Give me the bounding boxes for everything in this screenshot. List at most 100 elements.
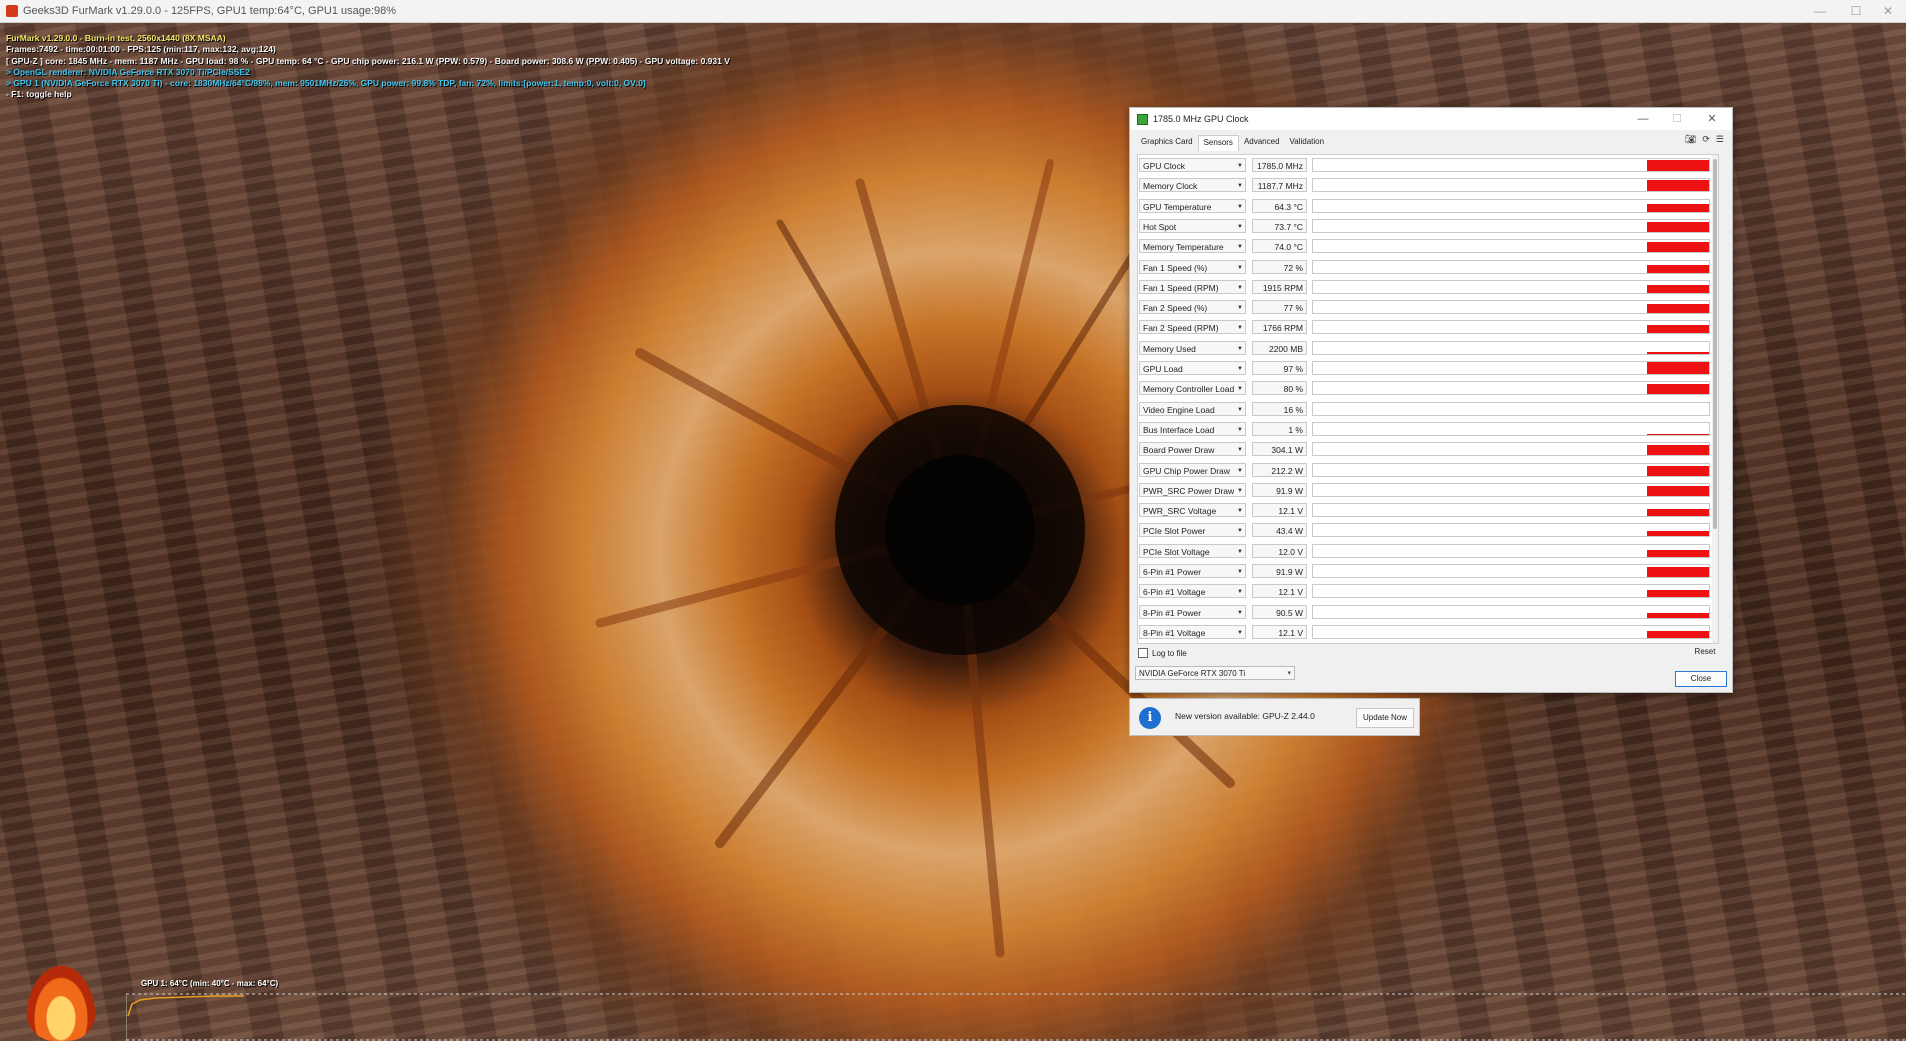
sensor-value: 12.0 V	[1252, 543, 1307, 558]
sensor-graph-fill	[1647, 384, 1709, 395]
menu-icon[interactable]: ☰	[1716, 134, 1724, 145]
sensor-name-dropdown[interactable]: Memory Temperature ▼	[1139, 239, 1246, 254]
sensor-value: 1 %	[1252, 421, 1307, 436]
sensor-name: 6-Pin #1 Power	[1143, 567, 1202, 577]
sensor-name-dropdown[interactable]: Video Engine Load ▼	[1139, 401, 1246, 416]
sensor-row: GPU Clock ▼ 1785.0 MHz	[1138, 157, 1718, 174]
sensor-name-dropdown[interactable]: PCIe Slot Voltage ▼	[1139, 543, 1246, 558]
chevron-down-icon: ▼	[1237, 223, 1243, 230]
sensor-name-dropdown[interactable]: PWR_SRC Power Draw ▼	[1139, 482, 1246, 497]
chevron-down-icon: ▼	[1237, 589, 1243, 596]
sensor-graph-fill	[1647, 351, 1709, 354]
tab-graphics-card[interactable]: Graphics Card	[1136, 135, 1198, 151]
close-window-button[interactable]: ✕	[1870, 0, 1906, 22]
sensor-name-dropdown[interactable]: Board Power Draw ▼	[1139, 442, 1246, 457]
sensor-graph	[1312, 320, 1710, 335]
gpuz-close-window-button[interactable]: ✕	[1695, 108, 1729, 130]
sensor-value: 212.2 W	[1252, 462, 1307, 477]
sensor-name-dropdown[interactable]: 8-Pin #1 Voltage ▼	[1139, 624, 1246, 639]
sensor-name-dropdown[interactable]: 6-Pin #1 Voltage ▼	[1139, 584, 1246, 599]
chevron-down-icon: ▼	[1237, 629, 1243, 636]
chevron-down-icon: ▼	[1237, 426, 1243, 433]
sensor-name-dropdown[interactable]: Fan 1 Speed (RPM) ▼	[1139, 279, 1246, 294]
tab-sensors[interactable]: Sensors	[1197, 135, 1239, 151]
sensor-row: Fan 1 Speed (%) ▼ 72 %	[1138, 259, 1718, 276]
sensor-name-dropdown[interactable]: Memory Controller Load ▼	[1139, 381, 1246, 396]
sensor-name: GPU Temperature	[1143, 201, 1212, 212]
log-to-file-checkbox[interactable]	[1138, 648, 1148, 658]
sensor-name: Memory Clock	[1143, 181, 1198, 192]
chevron-down-icon: ▼	[1237, 244, 1243, 251]
sensor-name: 8-Pin #1 Power	[1143, 607, 1202, 618]
sensor-name-dropdown[interactable]: GPU Clock ▼	[1139, 158, 1246, 172]
sensor-name-dropdown[interactable]: Fan 2 Speed (%) ▼	[1139, 300, 1246, 315]
sensor-name: Bus Interface Load	[1143, 424, 1215, 435]
furmark-window-title: Geeks3D FurMark v1.29.0.0 - 125FPS, GPU1…	[23, 5, 397, 17]
sensor-name: Board Power Draw	[1143, 445, 1215, 456]
sensor-name-dropdown[interactable]: Hot Spot ▼	[1139, 218, 1246, 233]
close-button[interactable]: Close	[1675, 671, 1727, 687]
sensor-name-dropdown[interactable]: GPU Load ▼	[1139, 361, 1246, 375]
sensor-name: PCIe Slot Voltage	[1143, 546, 1210, 557]
sensor-row: PCIe Slot Voltage ▼ 12.0 V	[1138, 543, 1718, 560]
sensor-row: GPU Load ▼ 97 %	[1138, 360, 1718, 377]
sensor-value: 1766 RPM	[1252, 320, 1307, 335]
log-to-file[interactable]: Log to file	[1138, 648, 1187, 658]
sensor-graph	[1312, 503, 1710, 518]
sensor-graph	[1312, 198, 1710, 213]
chevron-down-icon: ▼	[1237, 325, 1243, 332]
sensor-graph-fill	[1647, 362, 1709, 374]
camera-icon[interactable]: 📷︎	[1685, 134, 1696, 145]
sensor-name-dropdown[interactable]: Fan 1 Speed (%) ▼	[1139, 259, 1246, 274]
tab-validation[interactable]: Validation	[1285, 135, 1330, 151]
sensor-row: PWR_SRC Voltage ▼ 12.1 V	[1138, 502, 1718, 519]
sensor-graph	[1312, 178, 1710, 193]
sensor-name: PWR_SRC Power Draw	[1143, 485, 1235, 496]
gpuz-tabs: Graphics Card Sensors Advanced Validatio…	[1136, 135, 1329, 151]
reset-button[interactable]: Reset	[1686, 645, 1724, 659]
sensor-graph	[1312, 482, 1710, 497]
sensor-name-dropdown[interactable]: Bus Interface Load ▼	[1139, 421, 1246, 436]
sensor-row: GPU Temperature ▼ 64.3 °C	[1138, 198, 1718, 215]
refresh-icon[interactable]: ⟳	[1702, 134, 1710, 145]
sensor-name-dropdown[interactable]: PWR_SRC Voltage ▼	[1139, 503, 1246, 518]
sensor-name: PCIe Slot Power	[1143, 526, 1206, 537]
tab-advanced[interactable]: Advanced	[1239, 135, 1285, 151]
sensor-graph-fill	[1647, 445, 1709, 456]
sensor-graph-fill	[1647, 630, 1709, 638]
sensor-value: 80 %	[1252, 381, 1307, 396]
sensor-value: 73.7 °C	[1252, 218, 1307, 233]
sensor-name: Fan 2 Speed (%)	[1143, 303, 1208, 314]
sensor-row: Fan 2 Speed (%) ▼ 77 %	[1138, 299, 1718, 316]
sensor-name-dropdown[interactable]: Memory Clock ▼	[1139, 178, 1246, 193]
sensor-graph	[1312, 361, 1710, 375]
chevron-down-icon: ▼	[1237, 264, 1243, 271]
chevron-down-icon: ▼	[1237, 569, 1243, 575]
gpuz-maximize-button[interactable]: ☐	[1660, 108, 1694, 130]
sensor-graph	[1312, 340, 1710, 355]
sensor-name: Fan 1 Speed (%)	[1143, 262, 1208, 273]
sensor-row: 6-Pin #1 Voltage ▼ 12.1 V	[1138, 583, 1718, 600]
overlay-line-frames: Frames:7492 - time:00:01:00 - FPS:125 (m…	[6, 44, 276, 55]
gpuz-minimize-button[interactable]: —	[1626, 108, 1660, 130]
sensor-name-dropdown[interactable]: GPU Chip Power Draw ▼	[1139, 462, 1246, 477]
minimize-button[interactable]: —	[1802, 0, 1838, 22]
sensor-name-dropdown[interactable]: GPU Temperature ▼	[1139, 198, 1246, 213]
sensor-graph-fill	[1647, 465, 1709, 476]
sensor-value: 97 %	[1252, 361, 1307, 375]
sensor-name-dropdown[interactable]: Memory Used ▼	[1139, 340, 1246, 355]
sensor-graph-fill	[1647, 509, 1709, 517]
temp-graph	[126, 993, 1906, 1041]
device-select[interactable]: NVIDIA GeForce RTX 3070 Ti ▾	[1135, 666, 1295, 680]
sensor-name-dropdown[interactable]: 6-Pin #1 Power ▼	[1139, 564, 1246, 578]
sensor-name-dropdown[interactable]: Fan 2 Speed (RPM) ▼	[1139, 320, 1246, 335]
sensor-graph-fill	[1647, 180, 1709, 192]
temp-graph-line	[127, 995, 244, 1017]
maximize-button[interactable]: ☐	[1838, 0, 1874, 22]
sensor-name-dropdown[interactable]: 8-Pin #1 Power ▼	[1139, 604, 1246, 619]
sensor-value: 72 %	[1252, 259, 1307, 274]
sensor-name-dropdown[interactable]: PCIe Slot Power ▼	[1139, 523, 1246, 538]
update-now-button[interactable]: Update Now	[1356, 708, 1414, 728]
sensor-graph	[1312, 300, 1710, 315]
chevron-down-icon: ▼	[1237, 548, 1243, 555]
